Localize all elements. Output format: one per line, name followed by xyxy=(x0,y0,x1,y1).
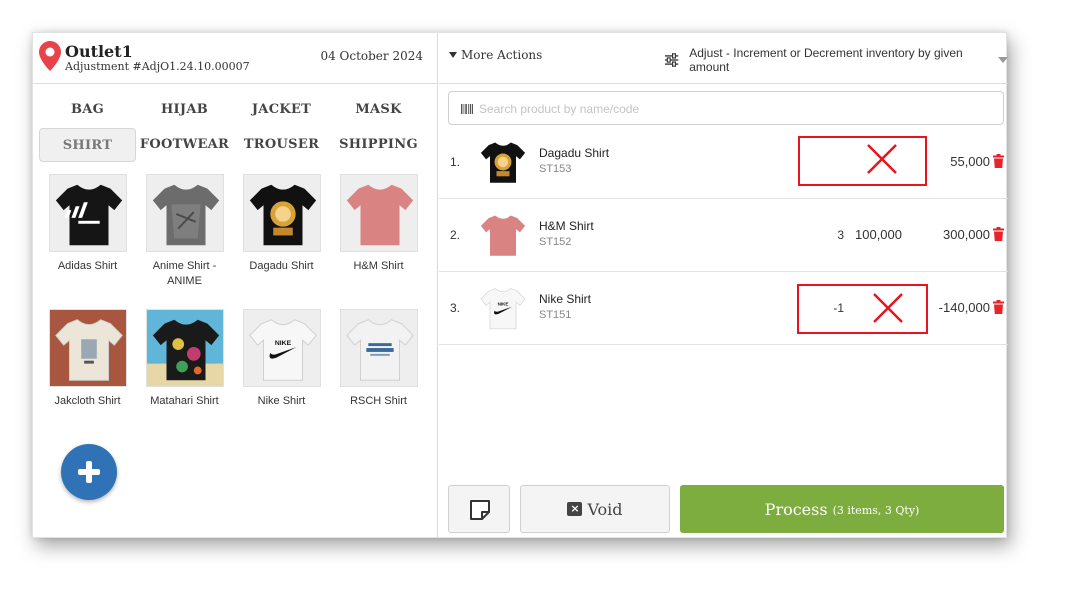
outlet-header: Outlet1 Adjustment #AdjO1.24.10.00007 04… xyxy=(33,33,438,84)
line-item-price[interactable]: 100,000 xyxy=(847,227,902,242)
process-label: Process xyxy=(764,499,828,519)
adjustment-number: Adjustment #AdjO1.24.10.00007 xyxy=(65,60,250,73)
product-panel: Outlet1 Adjustment #AdjO1.24.10.00007 04… xyxy=(33,33,438,537)
note-icon xyxy=(470,500,490,520)
chevron-down-icon xyxy=(998,57,1008,63)
product-image xyxy=(145,309,224,387)
annotation-box xyxy=(798,136,927,186)
shirt-image xyxy=(49,175,126,251)
barcode-icon xyxy=(461,104,473,114)
line-item-qty[interactable]: 3 xyxy=(814,228,844,242)
line-item-index: 1. xyxy=(450,155,461,169)
category-tab-footwear[interactable]: FOOTWEAR xyxy=(136,128,233,162)
shirt-image: NIKE xyxy=(243,310,320,386)
product-image xyxy=(339,309,418,387)
product-image: NIKE xyxy=(242,309,321,387)
product-tile[interactable]: NIKE Nike Shirt xyxy=(233,309,330,409)
product-name: Dagadu Shirt xyxy=(249,260,314,272)
adjustment-panel: More Actions Adjust - Increment or Decre… xyxy=(439,33,1008,537)
category-tab-shipping[interactable]: SHIPPING xyxy=(330,128,427,162)
product-tile[interactable]: Dagadu Shirt xyxy=(233,174,330,274)
line-item-total: 300,000 xyxy=(943,227,990,242)
product-tile[interactable]: Jakcloth Shirt xyxy=(39,309,136,409)
shirt-image xyxy=(49,310,126,386)
trash-icon[interactable] xyxy=(993,227,1004,241)
product-tile[interactable]: Adidas Shirt xyxy=(39,174,136,274)
line-item-index: 2. xyxy=(450,228,461,242)
adjustment-date: 04 October 2024 xyxy=(320,49,423,63)
close-icon: × xyxy=(567,502,583,516)
product-name: H&M Shirt xyxy=(353,260,404,272)
product-image xyxy=(48,174,127,252)
caret-down-icon xyxy=(449,52,457,58)
line-item-thumbnail xyxy=(477,136,529,188)
annotation-x-icon xyxy=(867,144,897,174)
sliders-icon xyxy=(664,53,679,67)
annotation-box xyxy=(797,284,928,334)
trash-icon[interactable] xyxy=(993,154,1004,168)
note-button[interactable] xyxy=(448,485,510,533)
category-tab-bag[interactable]: BAG xyxy=(39,93,136,127)
product-name: Jakcloth Shirt xyxy=(54,395,121,407)
svg-text:NIKE: NIKE xyxy=(274,340,291,347)
product-search xyxy=(448,91,1004,125)
line-item-thumbnail xyxy=(477,209,529,261)
shirt-image xyxy=(146,310,223,386)
category-tab-shirt[interactable]: SHIRT xyxy=(39,128,136,162)
category-tab-jacket[interactable]: JACKET xyxy=(233,93,330,127)
product-tile[interactable]: Anime Shirt - ANIME xyxy=(136,174,233,289)
product-image xyxy=(145,174,224,252)
product-image xyxy=(242,174,321,252)
product-name: Anime Shirt - ANIME xyxy=(152,260,217,287)
product-tile[interactable]: RSCH Shirt xyxy=(330,309,427,409)
shirt-image xyxy=(340,175,417,251)
trash-icon[interactable] xyxy=(993,300,1004,314)
product-name: Nike Shirt xyxy=(257,395,306,407)
adjust-mode-label: Adjust - Increment or Decrement inventor… xyxy=(689,46,963,74)
product-image xyxy=(339,174,418,252)
svg-text:NIKE: NIKE xyxy=(498,301,509,306)
process-button[interactable]: Process (3 items, 3 Qty) xyxy=(680,485,1004,533)
action-bar: More Actions Adjust - Increment or Decre… xyxy=(439,33,1008,84)
shirt-image xyxy=(146,175,223,251)
line-item-name: H&M Shirt xyxy=(539,219,594,233)
category-tab-hijab[interactable]: HIJAB xyxy=(136,93,233,127)
line-item-thumbnail: NIKE xyxy=(477,282,529,334)
bottom-action-bar: × Void Process (3 items, 3 Qty) xyxy=(439,479,1008,537)
process-summary: (3 items, 3 Qty) xyxy=(832,504,920,517)
product-name: Adidas Shirt xyxy=(57,260,118,272)
search-input[interactable] xyxy=(479,99,979,119)
shirt-image xyxy=(340,310,417,386)
line-item-name: Dagadu Shirt xyxy=(539,146,610,160)
product-name: Matahari Shirt xyxy=(150,395,219,407)
line-item-name: Nike Shirt xyxy=(539,292,592,306)
line-item-code: ST152 xyxy=(539,236,572,248)
more-actions-dropdown[interactable]: More Actions xyxy=(449,48,542,62)
shirt-image xyxy=(477,209,529,261)
pos-window: Outlet1 Adjustment #AdjO1.24.10.00007 04… xyxy=(32,32,1008,538)
category-tab-trouser[interactable]: TROUSER xyxy=(233,128,330,162)
void-button[interactable]: × Void xyxy=(520,485,670,533)
line-item-code: ST151 xyxy=(539,309,572,321)
product-image xyxy=(48,309,127,387)
location-pin-icon xyxy=(39,41,61,71)
line-item-index: 3. xyxy=(450,301,461,315)
product-tile[interactable]: Matahari Shirt xyxy=(136,309,233,409)
annotation-x-icon xyxy=(873,293,903,323)
outlet-name: Outlet1 xyxy=(65,42,133,61)
line-item-row: 1. Dagadu Shirt ST153 55,000 xyxy=(439,126,1008,199)
shirt-image: NIKE xyxy=(477,282,529,334)
product-tile[interactable]: H&M Shirt xyxy=(330,174,427,274)
more-actions-label: More Actions xyxy=(461,48,543,62)
add-product-button[interactable] xyxy=(61,444,117,500)
adjust-mode-select[interactable]: Adjust - Increment or Decrement inventor… xyxy=(664,46,1008,74)
line-item-row: 2. H&M Shirt ST152 3 100,000 300,000 xyxy=(439,199,1008,272)
category-tab-mask[interactable]: MASK xyxy=(330,93,427,127)
shirt-image xyxy=(477,136,529,188)
product-name: RSCH Shirt xyxy=(350,395,407,407)
void-label: Void xyxy=(587,499,623,519)
line-item-code: ST153 xyxy=(539,163,572,175)
line-item-row: 3. NIKE Nike Shirt ST151 -1 -140,000 xyxy=(439,272,1008,345)
shirt-image xyxy=(243,175,320,251)
